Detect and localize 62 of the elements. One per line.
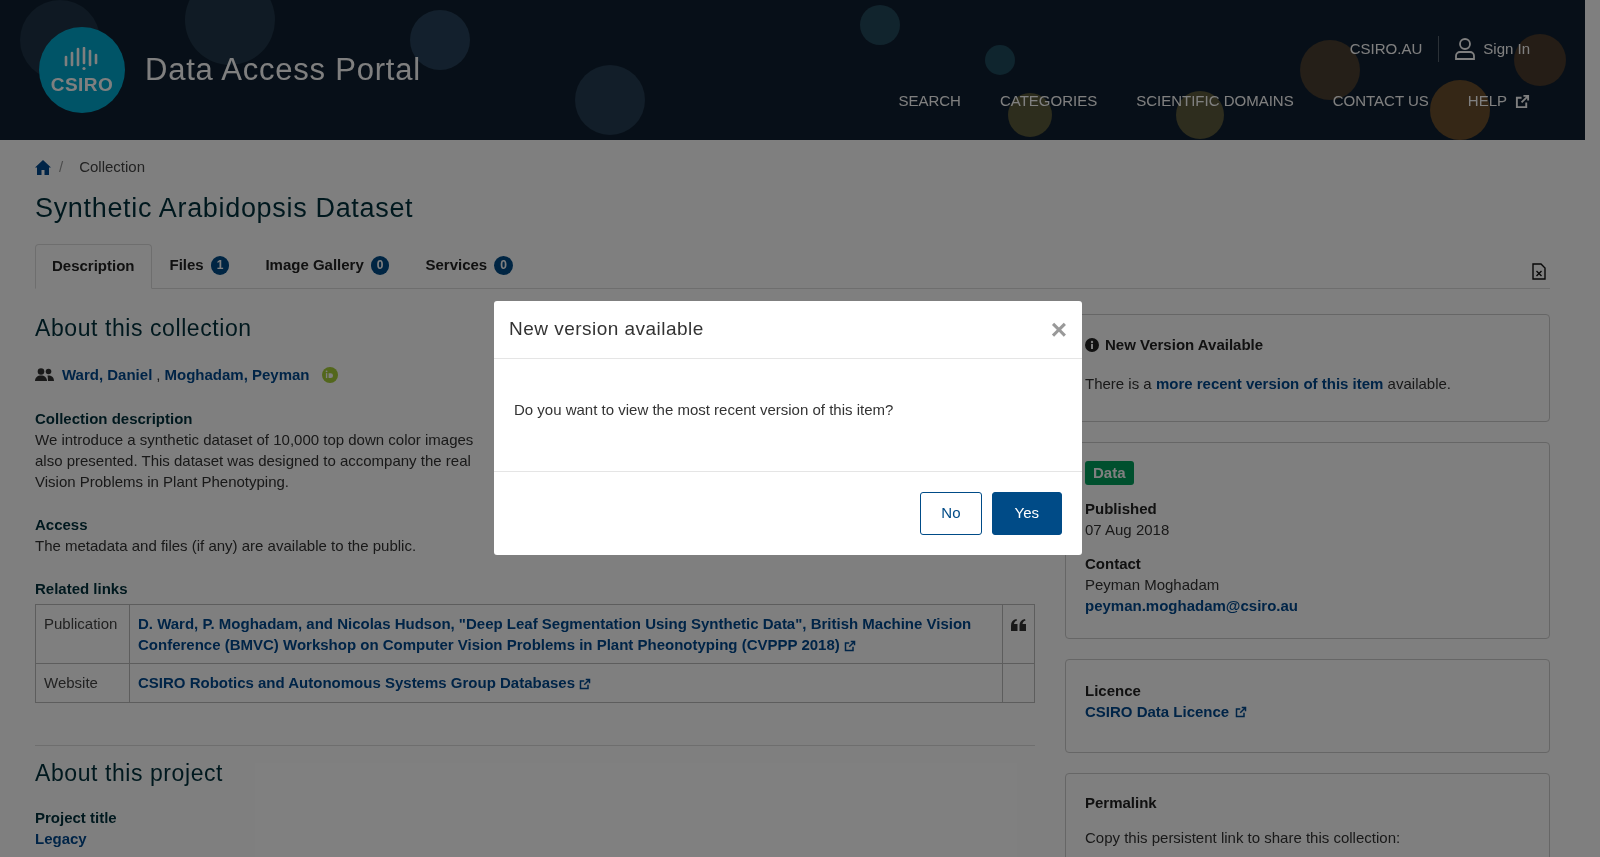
count-badge: 1: [210, 256, 230, 275]
field-label: Permalink: [1085, 793, 1158, 813]
external-link-icon: [843, 639, 856, 652]
nav-link[interactable]: CATEGORIES: [999, 89, 1098, 113]
count-badge: 0: [494, 256, 513, 275]
breadcrumb-item[interactable]: Collection: [79, 156, 146, 179]
external-link-icon: [579, 677, 592, 690]
author-link[interactable]: Ward, Daniel: [62, 363, 153, 386]
licence-link[interactable]: CSIRO Data Licence: [1085, 701, 1530, 722]
author-link[interactable]: Moghadam, Peyman: [164, 363, 310, 386]
field-text: The metadata and files (if any) are available to the public.: [35, 536, 417, 556]
nav-link[interactable]: HELP: [1467, 89, 1530, 113]
page-title: Synthetic Arabidopsis Dataset: [35, 191, 415, 225]
spreadsheet-file-icon[interactable]: [1532, 263, 1546, 280]
section-heading: About this project: [35, 759, 224, 788]
nav-link[interactable]: SEARCH: [898, 89, 961, 113]
home-icon[interactable]: [35, 159, 51, 175]
tab[interactable]: Services 0: [407, 243, 531, 288]
field-text: Peyman Moghadam: [1085, 575, 1221, 595]
type-badge: Data: [1085, 461, 1134, 485]
field-label: Collection description: [35, 409, 193, 429]
field-text: Copy this persistent link to share this collection:: [1085, 827, 1402, 848]
tab[interactable]: Image Gallery 0: [247, 243, 408, 288]
no-button[interactable]: No: [920, 492, 982, 535]
field-label: Licence: [1085, 681, 1142, 701]
email-link[interactable]: peyman.moghadam@csiro.au: [1085, 595, 1530, 616]
breadcrumb-separator: /: [59, 157, 64, 177]
author-separator: ,: [156, 364, 161, 385]
table-cell: Website: [35, 663, 130, 703]
site-title: Data Access Portal: [145, 50, 421, 89]
field-label: Related links: [35, 579, 128, 599]
field-label: Contact: [1085, 554, 1142, 574]
dialog-title: New version available: [509, 317, 704, 342]
field-text: We introduce a synthetic dataset of 10,000 top down color images: [35, 430, 474, 450]
nav-link[interactable]: SCIENTIFIC DOMAINS: [1136, 89, 1294, 113]
field-label: Project title: [35, 807, 118, 828]
field-text: also presented. This dataset was designed to accompany the real: [35, 451, 471, 471]
close-button[interactable]: ×: [1050, 315, 1067, 344]
dialog-message: Do you want to view the most recent version of this item?: [514, 400, 895, 420]
site-link[interactable]: CSIRO.AU: [1349, 37, 1423, 60]
info-icon: [1085, 338, 1099, 353]
tab[interactable]: Files 1: [151, 243, 248, 288]
section-heading: About this collection: [35, 314, 252, 343]
notice-text: There is a more recent version of this item available.: [1085, 373, 1452, 394]
table-cell: Publication: [35, 604, 130, 663]
people-icon: [35, 367, 54, 382]
field-text: 07 Aug 2018: [1085, 520, 1171, 540]
logo-text: CSIRO: [50, 74, 114, 94]
user-icon: [1455, 37, 1476, 60]
tab[interactable]: Description: [35, 244, 152, 289]
field-text: Vision Problems in Plant Phenotyping.: [35, 472, 290, 492]
count-badge: 0: [370, 256, 390, 275]
field-label: Published: [1085, 499, 1158, 519]
quote-icon[interactable]: [1011, 618, 1026, 631]
sign-in-link[interactable]: Sign In: [1455, 37, 1530, 60]
field-label: Access: [35, 515, 88, 535]
nav-link[interactable]: CONTACT US: [1332, 89, 1429, 113]
project-link[interactable]: Legacy: [35, 827, 1035, 849]
external-link-icon: [1235, 705, 1248, 718]
version-link[interactable]: more recent version of this item: [1155, 374, 1384, 392]
notice-title: New Version Available: [1105, 335, 1264, 355]
yes-button[interactable]: Yes: [991, 492, 1062, 535]
